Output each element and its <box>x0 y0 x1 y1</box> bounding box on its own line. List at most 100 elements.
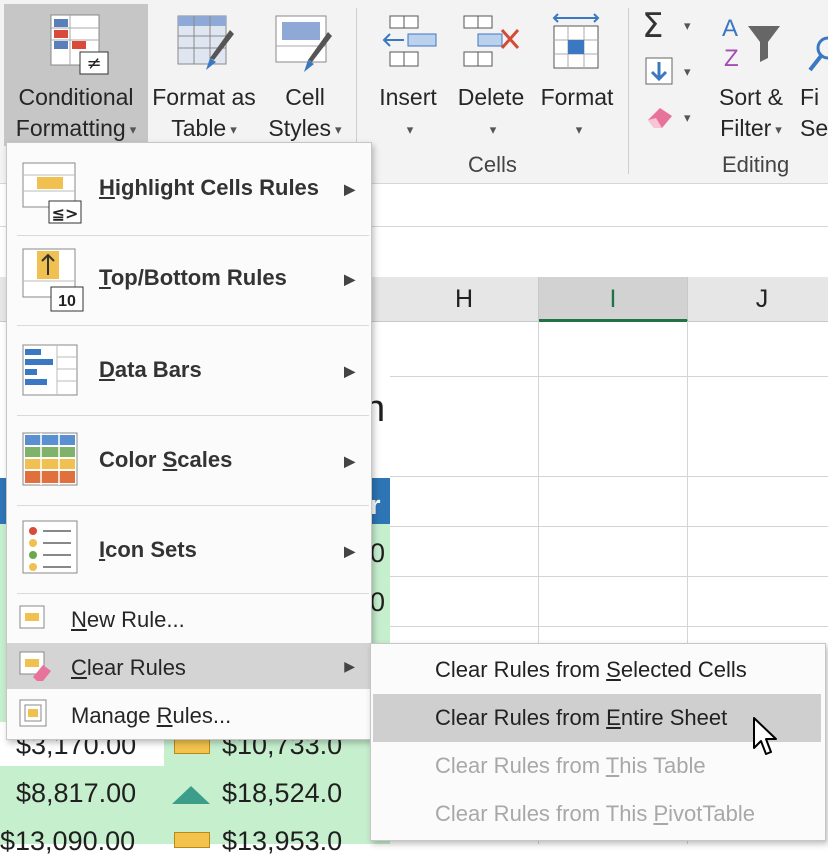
menu-item-clear-rules[interactable]: Clear Rules ▶ <box>7 643 371 689</box>
grid-line <box>390 576 828 577</box>
dropdown-caret-icon: ▾ <box>406 122 414 138</box>
menu-item-manage-rules[interactable]: Manage Rules... <box>7 691 371 737</box>
submenu-arrow-icon: ▶ <box>344 543 355 559</box>
partial-cell-value: 0 <box>370 587 386 617</box>
menu-accelerator: D <box>99 357 115 382</box>
data-bars-icon <box>22 344 78 396</box>
menu-separator <box>17 415 369 416</box>
manage-rules-icon <box>19 699 47 727</box>
menu-text: Clear Rules from <box>435 705 607 730</box>
format-button[interactable]: Format ▾ <box>534 4 620 146</box>
menu-text: Clear Rules from <box>435 657 607 682</box>
menu-text: Clear Rules from <box>435 753 606 778</box>
cells-group-label: Cells <box>468 152 517 177</box>
menu-accelerator: N <box>71 607 87 632</box>
menu-text: ules... <box>172 703 232 728</box>
grid-line <box>390 526 828 527</box>
bar-status-icon <box>174 738 210 754</box>
menu-item-new-rule[interactable]: New Rule... <box>7 595 371 641</box>
dropdown-caret-icon: ▾ <box>129 122 137 138</box>
eraser-icon <box>648 108 672 128</box>
cell-value[interactable]: $8,817.00 <box>16 778 136 809</box>
autosum-button[interactable]: Σ ▾ <box>640 6 700 46</box>
menu-text: his Table <box>619 753 706 778</box>
cell-styles-label-1: Cell <box>285 84 325 110</box>
menu-text: Color <box>99 447 163 472</box>
menu-item-data-bars[interactable]: Data Bars ▶ <box>7 327 371 413</box>
submenu-item-clear-this-pivottable[interactable]: Clear Rules from This PivotTable <box>371 790 823 838</box>
icon-badge-text: 10 <box>58 293 76 310</box>
sort-filter-button[interactable]: A Z Sort & Filter ▾ <box>708 4 794 146</box>
format-as-table-label-1: Format as <box>152 84 256 110</box>
svg-text:≠: ≠ <box>86 53 101 74</box>
sort-filter-label-1: Sort & <box>719 84 783 110</box>
menu-text: ata Bars <box>114 357 202 382</box>
sort-filter-label-2: Filter <box>720 115 772 141</box>
cell-value[interactable]: $13,953.0 <box>222 826 342 857</box>
top-bottom-rules-icon: 10 <box>22 248 84 312</box>
menu-accelerator: T <box>605 753 620 778</box>
fill-down-icon <box>645 57 673 85</box>
clear-rules-icon <box>19 651 51 681</box>
format-as-table-icon <box>177 15 234 70</box>
cell-styles-label-2: Styles <box>268 115 332 141</box>
menu-accelerator: R <box>156 703 173 728</box>
format-cells-icon <box>552 13 600 69</box>
svg-text:Z: Z <box>724 45 739 72</box>
submenu-item-clear-selected-cells[interactable]: Clear Rules from Selected Cells <box>371 646 823 694</box>
cell-styles-button[interactable]: Cell Styles ▾ <box>260 4 350 146</box>
column-header-h[interactable]: H <box>390 277 539 322</box>
partial-cell-value: 0 <box>370 538 386 568</box>
menu-accelerator: S <box>162 447 178 472</box>
cell-value[interactable]: $13,090.00 <box>0 826 135 857</box>
dropdown-caret-icon: ▾ <box>684 110 691 125</box>
insert-button[interactable]: Insert ▾ <box>370 4 446 146</box>
submenu-arrow-icon: ▶ <box>344 658 355 674</box>
dropdown-caret-icon: ▾ <box>775 122 782 138</box>
conditional-formatting-menu: ≦> Highlight Cells Rules ▶ 10 Top/Bottom… <box>6 142 372 740</box>
find-select-label-2: Sel <box>800 115 828 141</box>
menu-text: ntire Sheet <box>620 705 728 730</box>
color-scales-icon <box>22 432 78 486</box>
format-as-table-button[interactable]: Format as Table ▾ <box>150 4 258 146</box>
menu-text: ew Rule... <box>86 607 185 632</box>
insert-label: Insert <box>379 84 437 110</box>
fill-button[interactable]: ▾ <box>640 54 700 90</box>
bar-status-icon <box>174 832 210 848</box>
menu-text: op/Bottom Rules <box>110 265 287 290</box>
menu-text: elected Cells <box>620 657 747 682</box>
menu-accelerator: C <box>71 655 87 680</box>
menu-accelerator: H <box>99 175 115 200</box>
menu-text: ighlight Cells Rules <box>114 175 320 200</box>
column-header-j[interactable]: J <box>688 277 828 322</box>
insert-cells-icon <box>382 15 437 67</box>
sort-filter-icon: A Z <box>722 15 780 72</box>
dropdown-caret-icon: ▾ <box>335 122 342 138</box>
menu-separator <box>17 235 369 236</box>
format-label: Format <box>540 84 614 110</box>
menu-text: ivotTable <box>668 801 755 826</box>
menu-item-color-scales[interactable]: Color Scales ▶ <box>7 417 371 503</box>
find-select-button[interactable]: Fi Sel <box>796 4 828 146</box>
menu-text: cales <box>177 447 233 472</box>
editing-group-label: Editing <box>722 152 790 177</box>
menu-item-highlight-cells-rules[interactable]: ≦> Highlight Cells Rules ▶ <box>7 145 371 231</box>
clear-button[interactable]: ▾ <box>640 100 700 136</box>
menu-item-icon-sets[interactable]: Icon Sets ▶ <box>7 507 371 593</box>
grid-line <box>390 626 828 627</box>
submenu-arrow-icon: ▶ <box>344 453 355 469</box>
delete-button[interactable]: Delete ▾ <box>452 4 530 146</box>
grid-line <box>390 376 828 377</box>
find-select-label-1: Fi <box>800 84 820 110</box>
triangle-up-icon <box>172 786 210 804</box>
menu-text: lear Rules <box>86 655 186 680</box>
menu-item-top-bottom-rules[interactable]: 10 Top/Bottom Rules ▶ <box>7 237 371 323</box>
cell-value[interactable]: $18,524.0 <box>222 778 342 809</box>
delete-cells-icon <box>463 15 520 67</box>
menu-separator <box>17 325 369 326</box>
conditional-formatting-button[interactable]: ≠ Conditional Formatting ▾ <box>4 4 148 146</box>
column-header-i[interactable]: I <box>539 277 688 322</box>
svg-text:≦>: ≦> <box>52 204 79 223</box>
magnifier-icon <box>808 36 828 72</box>
menu-text: Manage <box>71 703 157 728</box>
